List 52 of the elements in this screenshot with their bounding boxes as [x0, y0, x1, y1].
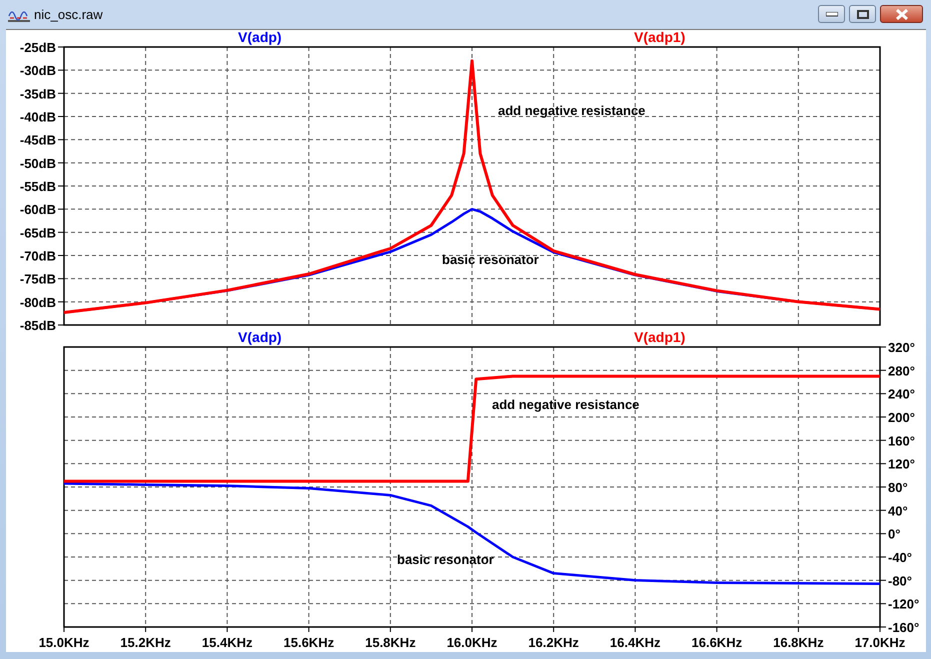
axis-tick-label: -40dB	[20, 110, 56, 124]
axis-tick-label: 16.2KHz	[528, 635, 579, 650]
axis-tick-label: 120°	[888, 456, 915, 472]
axis-tick-label: 15.4KHz	[202, 635, 252, 650]
minimize-button[interactable]	[818, 5, 845, 23]
maximize-button[interactable]	[849, 5, 876, 23]
axis-tick-label: 16.0KHz	[446, 635, 498, 650]
axis-tick-label: 16.8KHz	[773, 635, 824, 650]
annotation-text: add negative resistance	[492, 397, 640, 412]
axis-tick-label: -25dB	[20, 40, 56, 55]
axis-tick-label: -160°	[888, 620, 920, 635]
axis-tick-label: -55dB	[20, 179, 56, 194]
close-button[interactable]	[880, 5, 923, 23]
axis-tick-label: 15.0KHz	[38, 635, 90, 650]
axis-tick-label: 0°	[888, 526, 900, 542]
axis-tick-label: -30dB	[20, 63, 56, 78]
axis-tick-label: -50dB	[20, 156, 56, 171]
axis-tick-label: 40°	[888, 503, 908, 518]
minimize-icon	[826, 12, 838, 16]
axis-tick-label: 17.0KHz	[854, 635, 906, 650]
axis-tick-label: -35dB	[20, 86, 56, 102]
axis-tick-label: 16.6KHz	[692, 635, 742, 650]
axis-tick-label: -40°	[888, 550, 912, 565]
axis-tick-label: -80dB	[20, 294, 56, 310]
axis-tick-label: 280°	[888, 363, 915, 378]
axis-tick-label: 15.2KHz	[120, 635, 171, 650]
axis-tick-label: -45dB	[20, 132, 56, 148]
maximize-icon	[856, 10, 868, 18]
close-icon	[894, 8, 908, 20]
axis-tick-label: -120°	[888, 596, 920, 612]
axis-tick-label: 15.6KHz	[284, 635, 334, 650]
axis-tick-label: 160°	[888, 433, 915, 448]
trace-label[interactable]: V(adp)	[238, 332, 282, 345]
axis-tick-label: -70dB	[20, 248, 56, 264]
window-title: nic_osc.raw	[34, 6, 103, 24]
annotation-text: basic resonator	[442, 252, 539, 267]
axis-tick-label: 320°	[888, 340, 915, 355]
axis-tick-label: -75dB	[20, 272, 56, 287]
axis-tick-label: -85dB	[20, 318, 56, 332]
axis-tick-label: 80°	[888, 480, 908, 495]
trace-label[interactable]: V(adp)	[238, 30, 282, 45]
trace-label[interactable]: V(adp1)	[634, 332, 686, 345]
axis-tick-label: -80°	[888, 573, 912, 588]
axis-tick-label: -60dB	[20, 202, 56, 218]
axis-tick-label: 16.4KHz	[610, 635, 660, 650]
trace-label[interactable]: V(adp1)	[634, 30, 686, 45]
axis-tick-label: 15.8KHz	[365, 635, 416, 650]
axis-tick-label: 240°	[888, 386, 915, 402]
axis-tick-label: 200°	[888, 410, 915, 425]
axis-tick-label: -65dB	[20, 225, 56, 240]
annotation-text: basic resonator	[397, 552, 494, 567]
annotation-text: add negative resistance	[498, 103, 646, 118]
